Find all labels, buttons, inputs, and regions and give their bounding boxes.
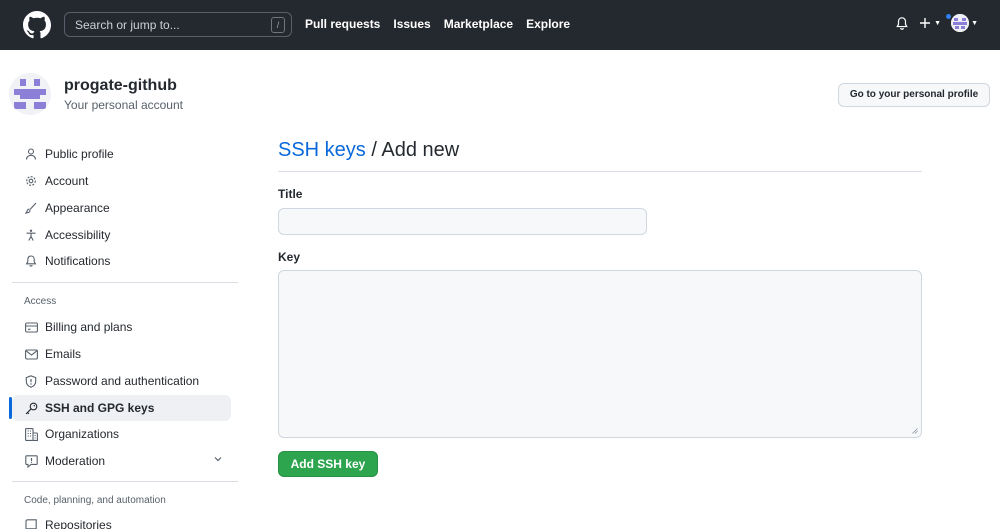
bell-icon bbox=[24, 254, 38, 268]
chevron-down-icon bbox=[214, 457, 222, 462]
sidebar-item-password-auth[interactable]: Password and authentication bbox=[12, 368, 231, 394]
avatar bbox=[951, 14, 970, 32]
key-label: Key bbox=[278, 250, 301, 264]
nav-issues[interactable]: Issues bbox=[393, 17, 430, 31]
sidebar-item-label: SSH and GPG keys bbox=[45, 401, 155, 415]
sidebar-item-label: Billing and plans bbox=[45, 320, 133, 334]
sidebar-heading-access: Access bbox=[24, 296, 57, 307]
sidebar-divider bbox=[12, 282, 238, 283]
title-divider bbox=[278, 171, 922, 172]
search-input[interactable]: Search or jump to... / bbox=[64, 12, 292, 37]
go-to-profile-button[interactable]: Go to your personal profile bbox=[838, 83, 990, 107]
nav-pull-requests[interactable]: Pull requests bbox=[305, 17, 380, 31]
paintbrush-icon bbox=[24, 201, 38, 215]
search-placeholder: Search or jump to... bbox=[75, 18, 180, 32]
add-ssh-key-button[interactable]: Add SSH key bbox=[278, 451, 378, 477]
sidebar-heading-code: Code, planning, and automation bbox=[24, 495, 166, 506]
plus-icon bbox=[920, 18, 931, 28]
sidebar-item-ssh-gpg-keys[interactable]: SSH and GPG keys bbox=[12, 395, 231, 421]
report-icon bbox=[24, 454, 38, 468]
page-title-text: Add new bbox=[381, 139, 460, 161]
chevron-down-icon: ▼ bbox=[934, 19, 942, 27]
shield-icon bbox=[24, 374, 38, 388]
sidebar-item-label: Public profile bbox=[45, 147, 114, 161]
sidebar-item-label: Moderation bbox=[45, 454, 106, 468]
top-nav: Pull requests Issues Marketplace Explore bbox=[305, 17, 570, 31]
create-new-menu[interactable]: ▼ bbox=[919, 17, 941, 29]
sidebar-item-public-profile[interactable]: Public profile bbox=[12, 141, 231, 167]
page-title: SSH keys / Add new bbox=[278, 139, 459, 162]
sidebar-item-accessibility[interactable]: Accessibility bbox=[12, 222, 231, 248]
nav-explore[interactable]: Explore bbox=[526, 17, 570, 31]
gear-icon bbox=[24, 174, 38, 188]
top-header: Search or jump to... / Pull requests Iss… bbox=[0, 0, 1000, 50]
key-icon bbox=[24, 401, 38, 415]
sidebar-divider bbox=[12, 481, 238, 482]
sidebar-item-appearance[interactable]: Appearance bbox=[12, 195, 231, 221]
sidebar-item-label: Account bbox=[45, 174, 89, 188]
breadcrumb-ssh-keys-link[interactable]: SSH keys bbox=[278, 139, 366, 161]
sidebar-item-account[interactable]: Account bbox=[12, 168, 231, 194]
sidebar-item-label: Appearance bbox=[45, 201, 110, 215]
key-textarea[interactable] bbox=[278, 270, 922, 438]
accessibility-icon bbox=[24, 228, 38, 242]
sidebar-item-billing[interactable]: Billing and plans bbox=[12, 314, 231, 340]
resize-handle-icon[interactable] bbox=[912, 428, 918, 434]
organization-icon bbox=[24, 427, 38, 441]
sidebar-item-notifications[interactable]: Notifications bbox=[12, 248, 231, 274]
nav-marketplace[interactable]: Marketplace bbox=[444, 17, 513, 31]
title-input[interactable] bbox=[278, 208, 647, 235]
sidebar-item-moderation[interactable]: Moderation bbox=[12, 448, 231, 474]
sidebar-item-emails[interactable]: Emails bbox=[12, 341, 231, 367]
sidebar-item-label: Emails bbox=[45, 347, 82, 361]
header-actions: ▼ ▼ bbox=[895, 13, 978, 32]
sidebar-item-label: Password and authentication bbox=[45, 374, 200, 388]
notification-dot bbox=[945, 13, 952, 20]
github-logo-icon[interactable] bbox=[23, 11, 51, 39]
sidebar-item-label: Accessibility bbox=[45, 228, 111, 242]
mail-icon bbox=[24, 347, 38, 361]
sidebar-item-label: Repositories bbox=[45, 518, 112, 529]
sidebar-item-label: Notifications bbox=[45, 254, 111, 268]
account-subtitle: Your personal account bbox=[64, 98, 183, 112]
person-icon bbox=[24, 147, 38, 161]
sidebar-item-repositories[interactable]: Repositories bbox=[12, 512, 231, 529]
account-avatar[interactable] bbox=[9, 73, 51, 115]
search-shortcut-badge: / bbox=[271, 17, 285, 33]
bell-icon[interactable] bbox=[895, 16, 909, 31]
user-menu[interactable]: ▼ bbox=[945, 13, 978, 32]
sidebar-item-label: Organizations bbox=[45, 427, 120, 441]
credit-card-icon bbox=[24, 320, 38, 334]
account-name: progate-github bbox=[64, 77, 177, 94]
chevron-down-icon: ▼ bbox=[971, 19, 978, 27]
breadcrumb-separator: / bbox=[365, 139, 382, 161]
repo-icon bbox=[24, 518, 38, 529]
title-label: Title bbox=[278, 187, 303, 201]
sidebar-item-organizations[interactable]: Organizations bbox=[12, 421, 231, 447]
